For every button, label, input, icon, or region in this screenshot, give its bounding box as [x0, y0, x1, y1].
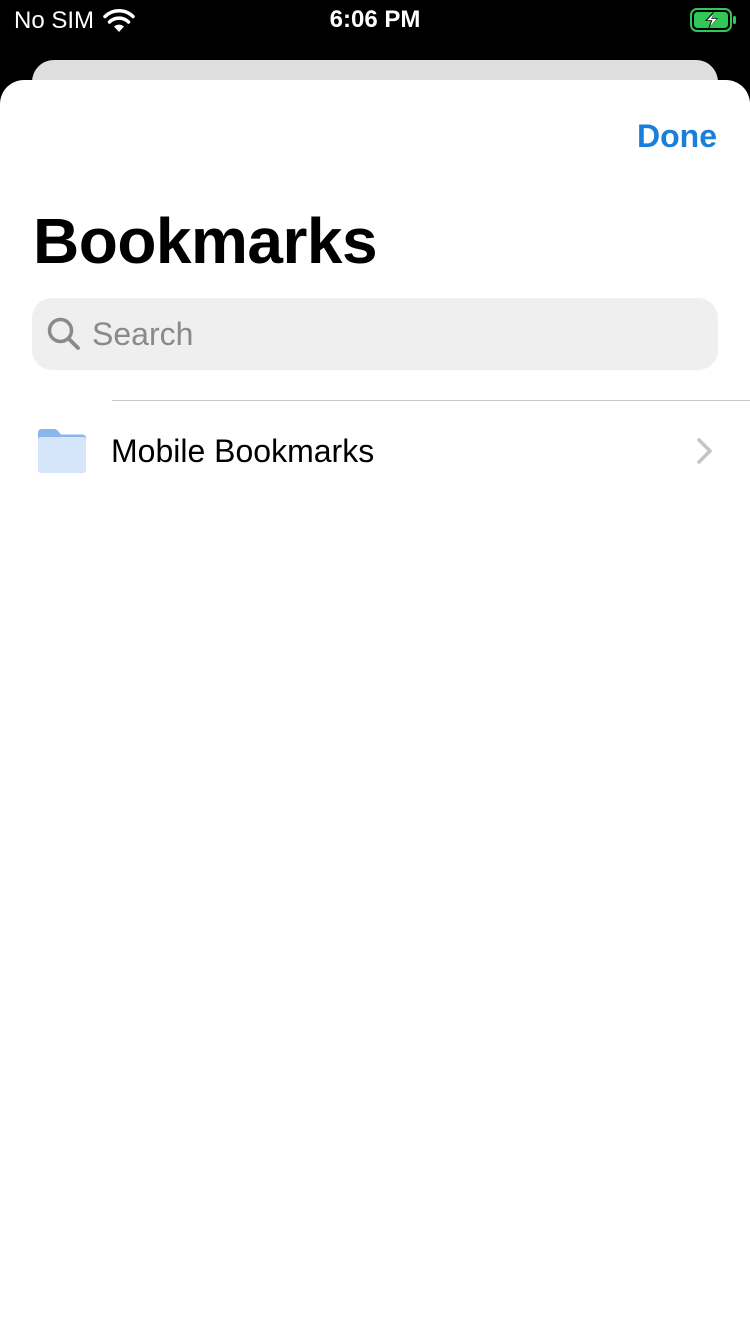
status-bar: No SIM 6:06 PM: [0, 0, 750, 42]
chevron-right-icon: [692, 437, 716, 465]
page-title: Bookmarks: [33, 205, 378, 277]
battery-charging-icon: [690, 8, 738, 32]
list-item-label: Mobile Bookmarks: [111, 433, 375, 469]
search-input[interactable]: [92, 298, 692, 370]
done-button[interactable]: Done: [637, 116, 717, 156]
list-item-mobile-bookmarks[interactable]: Mobile Bookmarks: [0, 401, 750, 501]
search-icon: [46, 316, 82, 352]
folder-icon: [36, 425, 88, 475]
bookmarks-sheet: Done Bookmarks Mobile Bookmarks: [0, 80, 750, 1334]
search-bar[interactable]: [32, 298, 718, 370]
status-time: 6:06 PM: [329, 6, 421, 33]
